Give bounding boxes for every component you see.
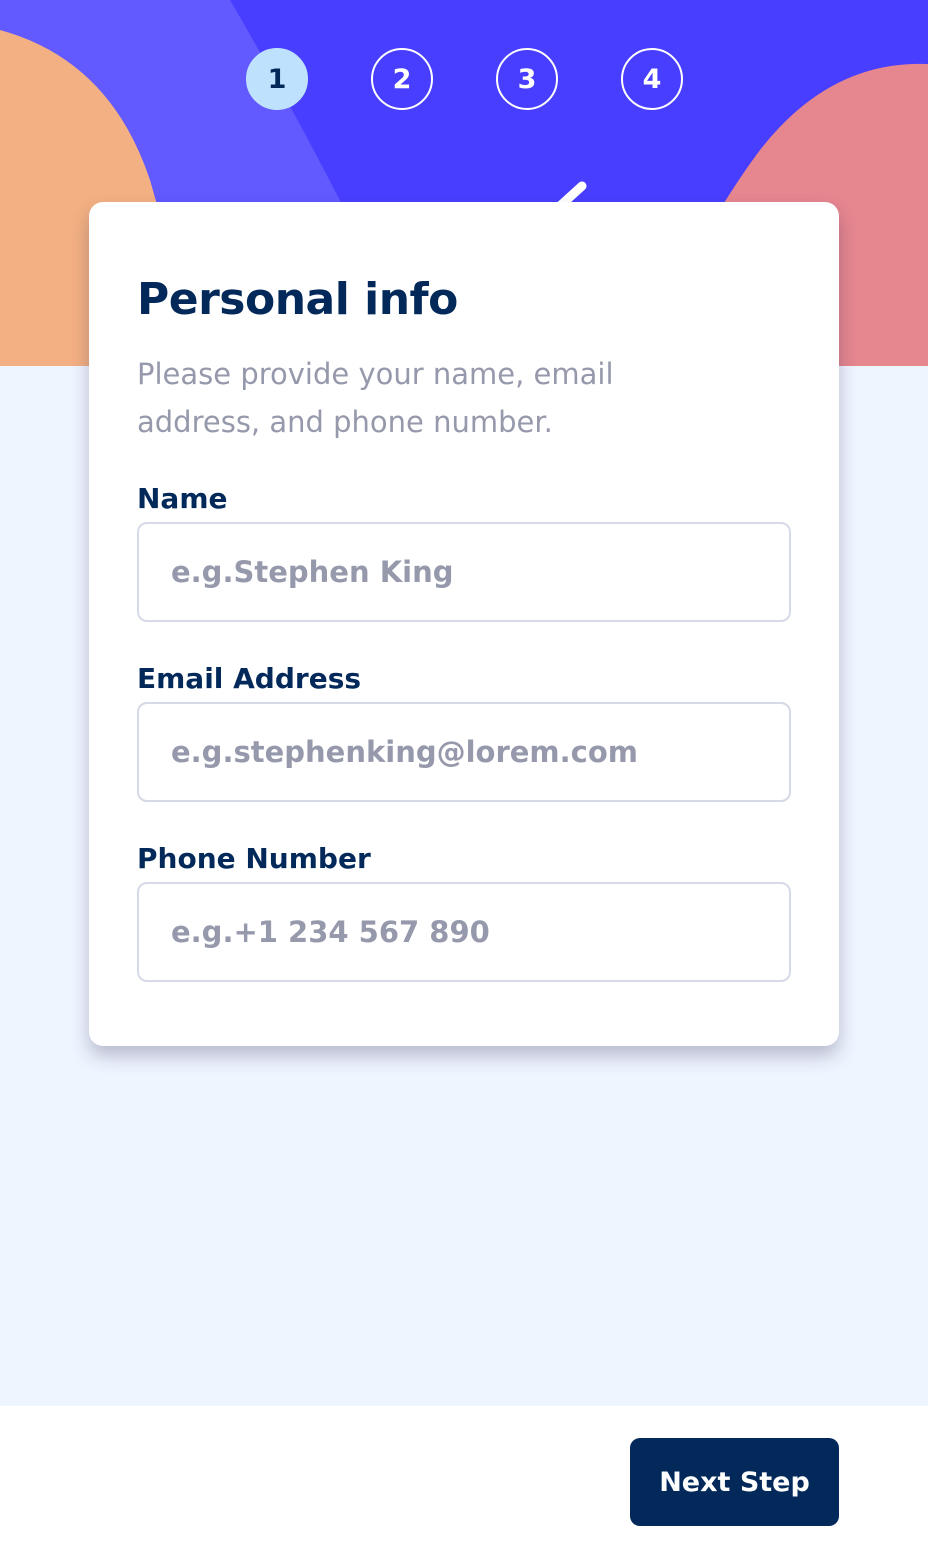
footer-bar: Next Step [0, 1406, 928, 1554]
next-step-button[interactable]: Next Step [630, 1438, 839, 1526]
email-label: Email Address [137, 662, 362, 695]
email-input[interactable] [137, 702, 791, 802]
step-1-circle[interactable]: 1 [246, 48, 308, 110]
personal-info-card: Personal info Please provide your name, … [89, 202, 839, 1046]
phone-label: Phone Number [137, 842, 371, 875]
step-indicator: 1 2 3 4 [0, 48, 928, 110]
step-4-circle[interactable]: 4 [621, 48, 683, 110]
page-subtitle: Please provide your name, email address,… [137, 357, 614, 439]
name-label: Name [137, 482, 228, 515]
page-title: Personal info [137, 274, 458, 325]
step-3-circle[interactable]: 3 [496, 48, 558, 110]
name-input[interactable] [137, 522, 791, 622]
phone-input[interactable] [137, 882, 791, 982]
step-2-circle[interactable]: 2 [371, 48, 433, 110]
